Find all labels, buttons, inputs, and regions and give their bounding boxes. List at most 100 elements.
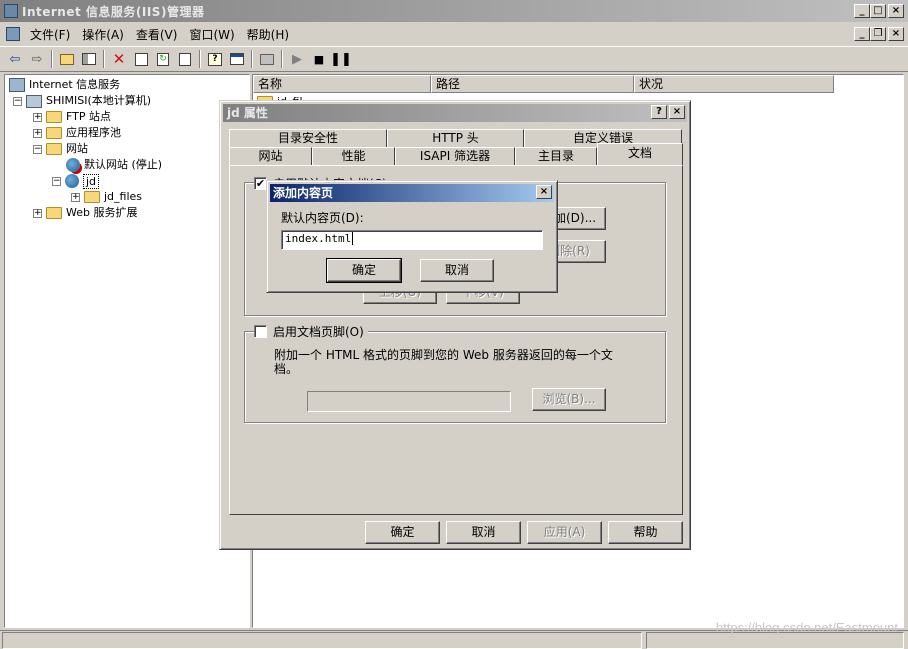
menu-help[interactable]: 帮助(H) [241,26,295,43]
maximize-button[interactable]: □ [870,4,886,18]
dialog-title-bar: jd 属性 ? × [223,104,687,122]
website-stopped-icon [66,158,80,172]
tree-item-label: 网站 [66,142,88,155]
tree-item-jd[interactable]: − jd [52,173,100,189]
jd-properties-dialog: jd 属性 ? × 目录安全性 HTTP 头 自定义错误 网站 性能 ISAPI… [219,100,691,550]
collapse-icon[interactable]: − [33,144,42,154]
tree-item-ftp[interactable]: + FTP 站点 [33,109,111,125]
pause-icon[interactable]: ❚❚ [330,49,352,69]
tree-item-label: 默认网站 (停止) [84,158,163,171]
refresh-icon[interactable]: ↻ [152,49,174,69]
folder-icon [84,191,100,203]
minimize-button[interactable]: _ [854,4,870,18]
status-cell [2,632,642,649]
folder-icon [46,111,62,123]
tree-item-label: jd_files [104,190,143,203]
subdialog-cancel-button[interactable]: 取消 [420,259,494,282]
tree-item-label: jd [83,173,100,189]
tree-pane[interactable]: Internet 信息服务 − SHIMISI(本地计算机) + FTP 站点 … [4,74,250,628]
footer-description: 附加一个 HTML 格式的页脚到您的 Web 服务器返回的每一个文档。 [274,348,613,376]
toolbar-separator [199,50,201,68]
tree-item-label: SHIMISI(本地计算机) [46,94,152,107]
tree-item-label: 应用程序池 [66,126,121,139]
expand-icon[interactable]: + [33,128,42,138]
collapse-icon[interactable]: − [52,176,61,186]
text-cursor [352,232,354,245]
menu-action[interactable]: 操作(A) [76,26,130,43]
menu-file[interactable]: 文件(F) [24,26,76,43]
add-content-page-dialog: 添加内容页 × 默认内容页(D): index.html 确定 取消 [266,180,558,293]
column-header-status[interactable]: 状况 [634,75,834,93]
tree-item-websites[interactable]: − 网站 [33,141,88,157]
collapse-icon[interactable]: − [13,96,22,106]
default-page-label: 默认内容页(D): [281,211,364,225]
browse-button[interactable]: 浏览(B)... [532,388,606,411]
subdialog-ok-button[interactable]: 确定 [326,258,402,283]
tree-item-computer[interactable]: − SHIMISI(本地计算机) [13,93,151,109]
tree-item-jd-files[interactable]: + jd_files [71,189,142,205]
ok-button[interactable]: 确定 [365,521,440,544]
window-title: Internet 信息服务(IIS)管理器 [22,4,205,19]
dialog-close-button[interactable]: × [669,105,685,119]
forward-icon[interactable]: ⇨ [26,49,48,69]
mdi-minimize-button[interactable]: _ [854,27,870,41]
enable-footer-checkbox[interactable] [254,325,267,338]
column-header-path[interactable]: 路径 [431,75,634,93]
apply-button[interactable]: 应用(A) [527,521,602,544]
subdialog-close-button[interactable]: × [536,185,552,199]
tree-item-default-site[interactable]: 默认网站 (停止) [66,157,162,173]
enable-footer-label: 启用文档页脚(O) [273,325,364,339]
tab-isapi-filters[interactable]: ISAPI 筛选器 [395,147,515,165]
tab-home-directory[interactable]: 主目录 [515,147,597,165]
tree-item-label: Internet 信息服务 [29,78,121,91]
export-icon[interactable] [174,49,196,69]
mdi-restore-button[interactable]: ❐ [870,27,886,41]
column-header-name[interactable]: 名称 [253,75,431,93]
mdi-close-button[interactable]: × [888,27,904,41]
menu-window[interactable]: 窗口(W) [183,26,240,43]
tab-directory-security[interactable]: 目录安全性 [229,129,387,147]
folder-icon [46,207,62,219]
expand-icon[interactable]: + [71,192,80,202]
play-icon[interactable]: ▶ [286,49,308,69]
help-button[interactable]: ? [651,105,667,119]
close-button[interactable]: × [888,4,904,18]
tab-http-headers[interactable]: HTTP 头 [387,129,524,147]
tab-performance[interactable]: 性能 [312,147,395,165]
tab-documents[interactable]: 文档 [597,143,683,165]
tree-item-webext[interactable]: + Web 服务扩展 [33,205,137,221]
footer-path-field[interactable] [307,391,511,412]
properties-icon[interactable] [130,49,152,69]
computer-icon [26,94,42,108]
help-icon[interactable]: ? [204,49,226,69]
toolbar: ⇦ ⇨ ✕ ↻ ? ▶ ■ ❚❚ [0,46,908,72]
stop-icon[interactable]: ■ [308,49,330,69]
expand-icon[interactable]: + [33,112,42,122]
cancel-button[interactable]: 取消 [446,521,521,544]
folder-icon [46,127,62,139]
tree-item-apppools[interactable]: + 应用程序池 [33,125,121,141]
tree-item-label: FTP 站点 [66,110,111,123]
subdialog-title: 添加内容页 [273,186,334,200]
default-page-value: index.html [285,232,352,245]
tree-item-root[interactable]: Internet 信息服务 [9,77,120,93]
tab-website[interactable]: 网站 [229,147,312,165]
mmc-icon[interactable] [226,49,248,69]
delete-icon[interactable]: ✕ [108,49,130,69]
menu-view[interactable]: 查看(V) [130,26,184,43]
toolbar-separator [51,50,53,68]
toolbar-separator [281,50,283,68]
mmc-doc-icon [6,27,20,41]
folder-open-icon [46,143,62,155]
dialog-help-button[interactable]: 帮助 [608,521,683,544]
default-page-input[interactable]: index.html [281,230,543,250]
show-tree-icon[interactable] [78,49,100,69]
up-folder-icon[interactable] [56,49,78,69]
enable-footer-row[interactable]: 启用文档页脚(O) [254,323,368,340]
back-icon[interactable]: ⇦ [4,49,26,69]
computer-icon[interactable] [256,49,278,69]
expand-icon[interactable]: + [33,208,42,218]
toolbar-separator [103,50,105,68]
menu-bar: 文件(F) 操作(A) 查看(V) 窗口(W) 帮助(H) _ ❐ × [0,23,908,45]
main-title-bar: Internet 信息服务(IIS)管理器 _ □ × [0,0,908,22]
